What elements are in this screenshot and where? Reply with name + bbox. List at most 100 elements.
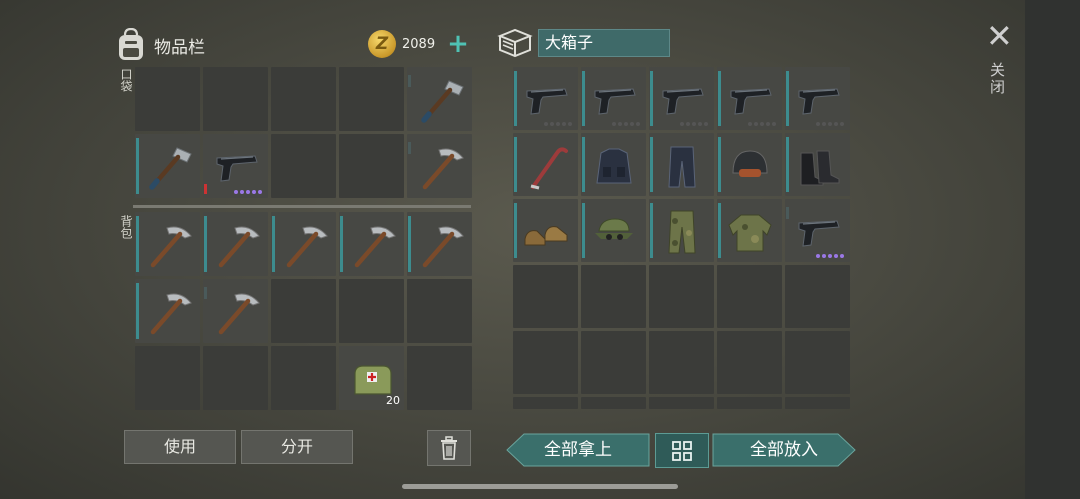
container-slot-empty[interactable] [513, 265, 578, 328]
durability-bar [136, 216, 139, 272]
boots-icon [800, 150, 840, 186]
container-slot-pistol[interactable] [717, 67, 782, 130]
container-slot-pistol[interactable] [581, 67, 646, 130]
durability-bar [650, 71, 653, 126]
durability-bar [136, 283, 139, 339]
container-slot-tactical-vest[interactable] [581, 133, 646, 196]
pocket-slot-empty[interactable] [271, 67, 336, 131]
container-slot-crowbar[interactable] [513, 133, 578, 196]
hammer-icon [149, 147, 192, 190]
backpack-slot-empty[interactable] [407, 279, 472, 343]
container-slot-cap[interactable] [581, 199, 646, 262]
pocket-slot-hammer[interactable] [407, 67, 472, 131]
pistol-icon [526, 88, 568, 115]
container-slot-pistol[interactable] [513, 67, 578, 130]
container-slot-empty[interactable] [785, 265, 850, 328]
durability-bar [582, 203, 585, 258]
home-indicator[interactable] [402, 484, 678, 489]
container-slot-boots[interactable] [785, 133, 850, 196]
put-all-button[interactable]: 全部放入 [712, 433, 856, 467]
container-slot-camo-jacket[interactable] [717, 199, 782, 262]
discard-button[interactable] [427, 430, 471, 466]
backpack-slot-empty[interactable] [271, 279, 336, 343]
backpack-icon [119, 28, 143, 60]
container-slot-empty[interactable] [717, 397, 782, 409]
backpack-slot-empty[interactable] [339, 279, 404, 343]
container-slot-camo-pants[interactable] [649, 199, 714, 262]
pocket-slot-pistol[interactable] [203, 134, 268, 198]
container-name[interactable]: 大箱子 [538, 29, 670, 57]
pickaxe-icon [286, 226, 328, 268]
backpack-label: 背包 [119, 215, 133, 239]
box-icon [497, 28, 533, 58]
backpack-slot-pickaxe[interactable] [203, 212, 268, 276]
crowbar-icon [530, 147, 568, 190]
durability-bar [786, 71, 789, 126]
backpack-slot-pickaxe[interactable] [407, 212, 472, 276]
backpack-slot-pickaxe[interactable] [135, 212, 200, 276]
container-slot-empty[interactable] [649, 397, 714, 409]
quality-dots [816, 122, 844, 126]
durability-bar [408, 142, 411, 154]
container-slot-empty[interactable] [513, 397, 578, 409]
backpack-slot-empty[interactable] [203, 346, 268, 410]
container-slot-shoes[interactable] [513, 199, 578, 262]
backpack-slot-pickaxe[interactable] [203, 279, 268, 343]
close-label[interactable]: 关闭 [988, 62, 1008, 96]
pocket-slot-hammer[interactable] [135, 134, 200, 198]
container-slot-empty[interactable] [785, 331, 850, 394]
sort-button[interactable] [655, 433, 709, 468]
pocket-slot-pickaxe[interactable] [407, 134, 472, 198]
durability-bar [718, 71, 721, 126]
container-slot-empty[interactable] [581, 265, 646, 328]
tactical-vest-icon [596, 148, 632, 184]
pocket-slot-empty[interactable] [203, 67, 268, 131]
container-slot-empty[interactable] [649, 331, 714, 394]
container-slot-empty[interactable] [785, 397, 850, 409]
container-slot-empty[interactable] [513, 331, 578, 394]
durability-bar [136, 138, 139, 194]
container-slot-empty[interactable] [717, 331, 782, 394]
coin-icon: Z [368, 30, 396, 58]
currency-display: Z 2089 + [368, 30, 472, 58]
quality-dots [816, 254, 844, 258]
backpack-slot-empty[interactable] [271, 346, 336, 410]
durability-bar [786, 207, 789, 219]
backpack-slot-empty[interactable] [135, 346, 200, 410]
durability-bar [718, 137, 721, 192]
split-button[interactable]: 分开 [241, 430, 353, 464]
tactical-pants-icon [668, 146, 696, 188]
side-panel [1025, 0, 1080, 499]
pocket-slot-empty[interactable] [271, 134, 336, 198]
container-slot-pistol[interactable] [785, 67, 850, 130]
container-slot-empty[interactable] [581, 331, 646, 394]
container-slot-empty[interactable] [581, 397, 646, 409]
close-button[interactable]: ✕ [986, 20, 1013, 52]
container-slot-tactical-pants[interactable] [649, 133, 714, 196]
take-all-button[interactable]: 全部拿上 [506, 433, 650, 467]
container-slot-pistol[interactable] [649, 67, 714, 130]
container-slot-helmet[interactable] [717, 133, 782, 196]
durability-bar [408, 75, 411, 87]
pocket-slot-empty[interactable] [339, 134, 404, 198]
trash-icon [441, 436, 457, 460]
backpack-slot-medkit-bag[interactable]: 20 [339, 346, 404, 410]
container-slot-empty[interactable] [717, 265, 782, 328]
backpack-slot-pickaxe[interactable] [135, 279, 200, 343]
durability-bar [582, 137, 585, 192]
container-slot-pistol[interactable] [785, 199, 850, 262]
add-currency-button[interactable]: + [447, 31, 469, 57]
pocket-slot-empty[interactable] [135, 67, 200, 131]
coin-count: 2089 [402, 36, 436, 52]
pocket-slot-empty[interactable] [339, 67, 404, 131]
durability-bar [204, 184, 207, 194]
section-divider [133, 205, 471, 208]
pickaxe-icon [422, 148, 464, 190]
backpack-slot-pickaxe[interactable] [339, 212, 404, 276]
durability-bar [514, 71, 517, 126]
item-quantity: 20 [386, 394, 400, 407]
container-slot-empty[interactable] [649, 265, 714, 328]
backpack-slot-pickaxe[interactable] [271, 212, 336, 276]
use-button[interactable]: 使用 [124, 430, 236, 464]
backpack-slot-empty[interactable] [407, 346, 472, 410]
